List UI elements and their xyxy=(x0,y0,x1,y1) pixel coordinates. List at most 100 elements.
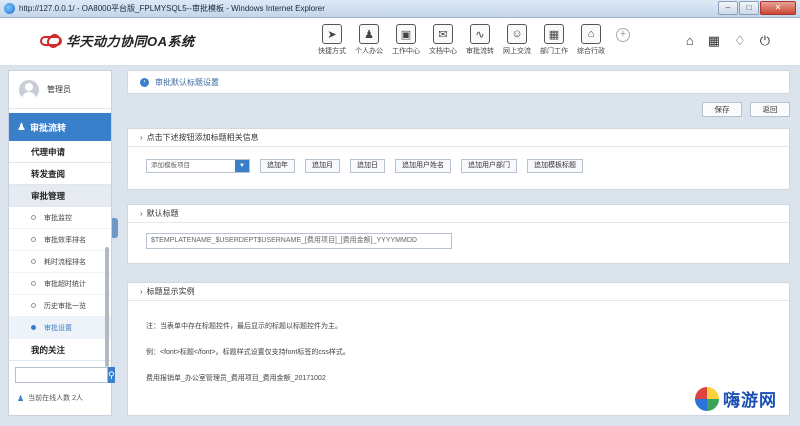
avatar xyxy=(19,79,39,100)
sidebar: 管理员 ♟ 审批流转 代理申请 转发查阅 审批管理 审批监控 审批效率排名 耗时… xyxy=(8,70,115,416)
flow-icon: ∿ xyxy=(470,24,490,44)
inbox-icon: ✉ xyxy=(433,24,453,44)
skin-icon[interactable]: ♢ xyxy=(734,34,746,48)
append-username-button[interactable]: 追加用户姓名 xyxy=(395,159,451,173)
sub-label: 审批效率排名 xyxy=(44,236,86,244)
logo-icon xyxy=(40,35,62,46)
module-administration[interactable]: ⌂ 综合行政 xyxy=(573,24,609,56)
building-icon: ⌂ xyxy=(581,24,601,44)
close-button[interactable]: ✕ xyxy=(760,1,796,15)
app-logo[interactable]: 华天动力协同OA系统 xyxy=(40,31,195,50)
append-year-button[interactable]: 追加年 xyxy=(260,159,295,173)
module-label: 审批流转 xyxy=(466,48,494,55)
add-title-info-panel: › 点击下述按钮添加标题相关信息 添加模板项目 ▼ 追加年 追加月 追加日 追加用… xyxy=(127,128,790,190)
person-icon: ♟ xyxy=(359,24,379,44)
user-name: 管理员 xyxy=(47,85,71,94)
module-label: 文档中心 xyxy=(429,48,457,55)
module-shortcut[interactable]: ➤ 快捷方式 xyxy=(314,24,350,56)
append-day-button[interactable]: 追加日 xyxy=(350,159,385,173)
user-icon: ♟ xyxy=(17,121,26,133)
action-bar: 保存 返回 xyxy=(694,102,790,117)
sidebar-section-approval[interactable]: ♟ 审批流转 xyxy=(9,113,111,141)
module-label: 快捷方式 xyxy=(318,48,346,55)
append-template-title-button[interactable]: 追加模板标题 xyxy=(527,159,583,173)
bullet-icon xyxy=(31,215,36,220)
chevron-down-icon: ▼ xyxy=(235,160,249,172)
ie-icon xyxy=(4,3,15,14)
bullet-icon xyxy=(31,325,36,330)
breadcrumb: › 审批默认标题设置 xyxy=(127,70,790,94)
bullet-icon xyxy=(31,259,36,264)
chevron-right-icon: › xyxy=(140,209,143,218)
sidebar-collapse-handle[interactable] xyxy=(112,218,118,238)
module-work-center[interactable]: ▣ 工作中心 xyxy=(388,24,424,56)
template-item-select[interactable]: 添加模板项目 ▼ xyxy=(146,159,250,173)
users-icon: ♟ xyxy=(17,393,25,403)
module-label: 网上交流 xyxy=(503,48,531,55)
sidebar-sub-history[interactable]: 历史审批一览 xyxy=(9,295,111,317)
default-title-field[interactable]: $TEMPLATENAME_$USERDEPT$USERNAME_[费用项目]_… xyxy=(146,233,452,249)
panel-title-text: 默认标题 xyxy=(146,209,179,218)
add-module-icon[interactable]: + xyxy=(616,28,630,42)
power-icon[interactable]: ⏻ xyxy=(760,34,770,48)
save-button[interactable]: 保存 xyxy=(702,102,742,117)
sidebar-sub-efficiency[interactable]: 审批效率排名 xyxy=(9,229,111,251)
bullet-icon xyxy=(31,281,36,286)
sidebar-item-forward[interactable]: 转发查阅 xyxy=(9,163,111,185)
chat-icon: ☺ xyxy=(507,24,527,44)
module-label: 个人办公 xyxy=(355,48,383,55)
page-title: 审批默认标题设置 xyxy=(155,77,219,87)
append-month-button[interactable]: 追加月 xyxy=(305,159,340,173)
sidebar-sub-overtime[interactable]: 审批超时统计 xyxy=(9,273,111,295)
home-icon[interactable]: ⌂ xyxy=(686,34,694,48)
sidebar-search: ⚲ xyxy=(15,367,115,383)
example-output: 费用报销单_办公室管理员_费用项目_费用金额_20171002 xyxy=(146,375,326,382)
user-box[interactable]: 管理员 xyxy=(9,71,111,109)
sidebar-sub-monitor[interactable]: 审批监控 xyxy=(9,207,111,229)
sidebar-scrollbar[interactable] xyxy=(105,247,109,367)
app-header: 华天动力协同OA系统 ➤ 快捷方式 ♟ 个人办公 ▣ 工作中心 ✉ 文档中心 ∿ 审批流转… xyxy=(0,18,800,66)
shortcut-icon: ➤ xyxy=(322,24,342,44)
module-document-center[interactable]: ✉ 文档中心 xyxy=(425,24,461,56)
online-users[interactable]: ♟ 当前在线人数 2人 xyxy=(17,393,83,403)
search-input[interactable] xyxy=(15,367,108,383)
watermark: 嗨游网 xyxy=(695,386,777,411)
panel-title-text: 标题显示实例 xyxy=(146,287,195,296)
append-department-button[interactable]: 追加用户部门 xyxy=(461,159,517,173)
sidebar-sub-duration[interactable]: 耗时流程排名 xyxy=(9,251,111,273)
sub-label: 历史审批一览 xyxy=(44,302,86,310)
watermark-text: 嗨游网 xyxy=(723,391,777,410)
sidebar-sub-settings[interactable]: 审批设置 xyxy=(9,317,111,339)
grid-icon[interactable]: ▦ xyxy=(708,34,720,48)
app-title: 华天动力协同OA系统 xyxy=(66,34,195,49)
example-note: 注：当表单中存在标题控件，最后显示的标题以标题控件为主。 xyxy=(146,323,342,330)
maximize-button[interactable]: □ xyxy=(739,1,759,15)
module-approval-flow[interactable]: ∿ 审批流转 xyxy=(462,24,498,56)
sub-label: 审批监控 xyxy=(44,214,72,222)
window-controls: – □ ✕ xyxy=(717,1,796,15)
minimize-button[interactable]: – xyxy=(718,1,738,15)
window-title: http://127.0.0.1/ - OA8000平台版_FPLMYSQL5-… xyxy=(19,4,325,13)
briefcase-icon: ▣ xyxy=(396,24,416,44)
default-title-panel: › 默认标题 $TEMPLATENAME_$USERDEPT$USERNAME_[… xyxy=(127,204,790,264)
sidebar-item-proxy[interactable]: 代理申请 xyxy=(9,141,111,163)
sub-label: 审批超时统计 xyxy=(44,280,86,288)
chevron-right-icon: › xyxy=(140,287,143,296)
module-personal[interactable]: ♟ 个人办公 xyxy=(351,24,387,56)
bullet-icon xyxy=(31,303,36,308)
title-builder-row: 添加模板项目 ▼ 追加年 追加月 追加日 追加用户姓名 追加用户部门 追加模板标… xyxy=(146,159,583,173)
module-label: 部门工作 xyxy=(540,48,568,55)
search-icon[interactable]: ⚲ xyxy=(108,367,115,383)
sidebar-item-my-follow[interactable]: 我的关注 xyxy=(9,339,111,361)
back-button[interactable]: 返回 xyxy=(750,102,790,117)
module-department[interactable]: ▦ 部门工作 xyxy=(536,24,572,56)
sidebar-item-approval-manage[interactable]: 审批管理 xyxy=(9,185,111,207)
window-titlebar: http://127.0.0.1/ - OA8000平台版_FPLMYSQL5-… xyxy=(0,0,800,18)
header-tools: ⌂ ▦ ♢ ⏻ xyxy=(672,34,770,48)
online-count: 当前在线人数 2人 xyxy=(28,395,84,402)
module-label: 综合行政 xyxy=(577,48,605,55)
module-online-chat[interactable]: ☺ 网上交流 xyxy=(499,24,535,56)
panel-title: › 标题显示实例 xyxy=(128,283,789,301)
panel-title-text: 点击下述按钮添加标题相关信息 xyxy=(146,133,259,142)
module-bar: ➤ 快捷方式 ♟ 个人办公 ▣ 工作中心 ✉ 文档中心 ∿ 审批流转 ☺ 网上交流 ▦ 部门工… xyxy=(314,24,630,56)
